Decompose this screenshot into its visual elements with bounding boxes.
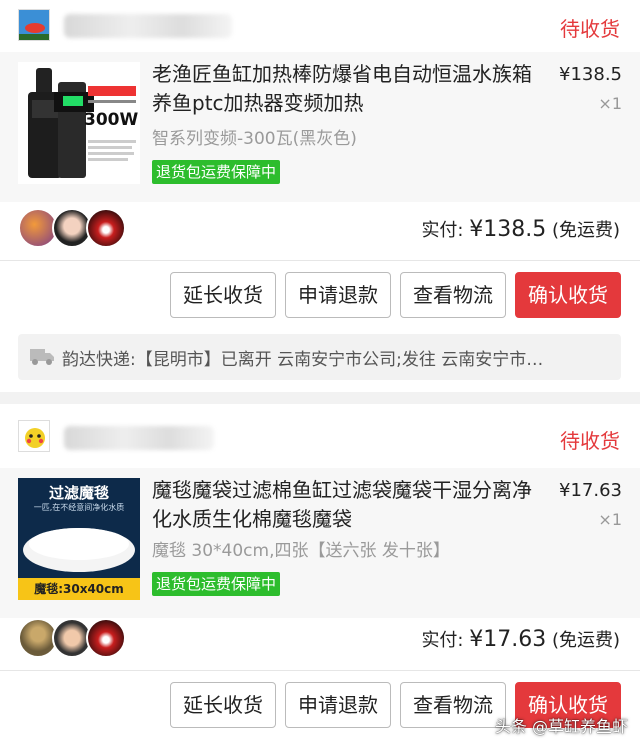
product-item[interactable]: 过滤魔毯 一匹,在不经意间净化水质 魔毯:30x40cm 魔毯魔袋过滤棉鱼缸过滤… [0,468,640,618]
shipping-note: (免运费) [546,630,620,651]
product-price: ¥17.63 [559,480,622,501]
product-title[interactable]: 魔毯魔袋过滤棉鱼缸过滤袋魔袋干湿分离净化水质生化棉魔毯魔袋 [152,476,547,534]
shop-header[interactable]: 待收货 [0,404,640,456]
divider [0,260,640,261]
request-refund-button[interactable]: 申请退款 [285,272,391,318]
product-item[interactable]: 300W 老渔匠鱼缸加热棒防爆省电自动恒温水族箱养鱼ptc加热器变频加热 智系列… [0,52,640,202]
product-thumbnail[interactable]: 过滤魔毯 一匹,在不经意间净化水质 魔毯:30x40cm [18,478,140,600]
product-thumbnail[interactable]: 300W [18,62,140,184]
shipping-note: (免运费) [546,220,620,241]
product-quantity: ×1 [598,510,622,529]
order-card: 待收货 300W 老渔匠鱼缸加热棒防爆省电自动恒温水族箱养鱼ptc加热器变频加热 [0,0,640,392]
shop-avatar[interactable] [18,420,50,452]
extend-receipt-button[interactable]: 延长收货 [170,272,276,318]
truck-icon [30,349,54,365]
order-status: 待收货 [560,429,620,453]
product-title[interactable]: 老渔匠鱼缸加热棒防爆省电自动恒温水族箱养鱼ptc加热器变频加热 [152,60,547,118]
watermark: 头条 @草缸养鱼虾 [494,717,628,736]
confirm-receipt-button[interactable]: 确认收货 [515,272,621,318]
thumb-size-label: 魔毯:30x40cm [18,578,140,600]
thumb-tagline: 一匹,在不经意间净化水质 [33,503,125,512]
product-price: ¥138.5 [559,64,622,85]
guarantee-badge: 退货包运费保障中 [152,572,281,596]
logistics-text: 韵达快递:【昆明市】已离开 云南安宁市公司;发往 云南安宁市… [62,350,544,370]
paid-label: 实付: [421,630,470,651]
thumb-power-label: 300W [84,110,139,130]
extend-receipt-button[interactable]: 延长收货 [170,682,276,728]
product-quantity: ×1 [598,94,622,113]
shop-header[interactable]: 待收货 [0,0,640,52]
product-spec: 魔毯 30*40cm,四张【送六张 发十张】 [152,541,450,561]
logistics-info[interactable]: 韵达快递:【昆明市】已离开 云南安宁市公司;发往 云南安宁市… [18,334,621,380]
angry-bird-avatar [86,208,126,248]
order-status: 待收货 [560,17,620,41]
view-logistics-button[interactable]: 查看物流 [400,272,506,318]
paid-amount: ¥17.63 [469,627,547,652]
paid-summary: 实付: ¥17.63 (免运费) [421,626,620,652]
divider [0,670,640,671]
shop-avatar[interactable] [18,9,50,41]
paid-amount: ¥138.5 [469,217,547,242]
guarantee-badge: 退货包运费保障中 [152,160,281,184]
product-spec: 智系列变频-300瓦(黑灰色) [152,129,357,149]
shop-name-redacted [64,426,214,450]
shop-name-redacted [64,14,232,38]
paid-label: 实付: [421,220,470,241]
thumb-product-title: 过滤魔毯 [48,484,109,502]
angry-bird-avatar [86,618,126,658]
order-card: 待收货 过滤魔毯 一匹,在不经意间净化水质 魔毯:30x40cm 魔毯魔袋过滤棉… [0,404,640,747]
request-refund-button[interactable]: 申请退款 [285,682,391,728]
paid-summary: 实付: ¥138.5 (免运费) [421,216,620,242]
view-logistics-button[interactable]: 查看物流 [400,682,506,728]
